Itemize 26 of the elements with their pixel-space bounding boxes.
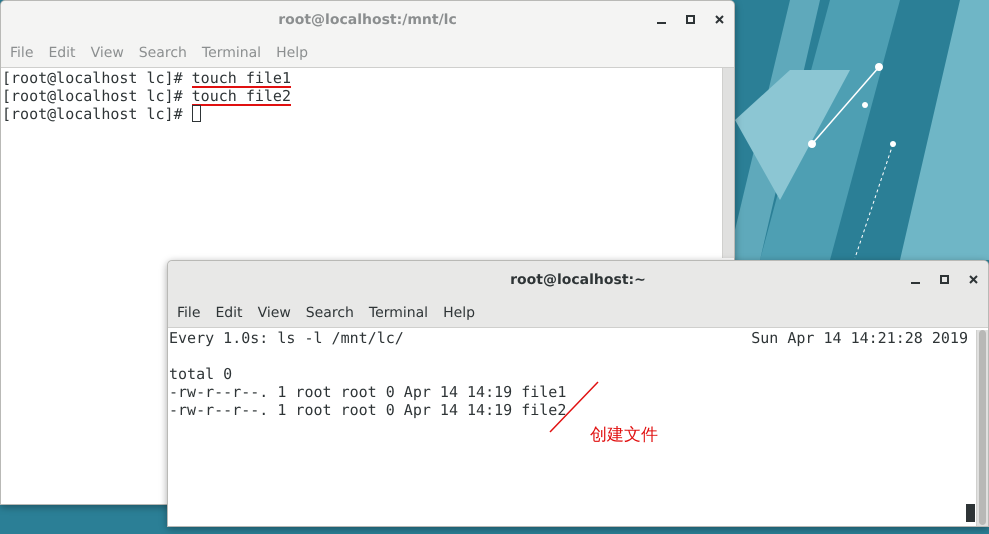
scrollbar[interactable] [722,68,734,258]
menu-item[interactable]: Terminal [366,304,434,320]
terminal-line: -rw-r--r--. 1 root root 0 Apr 14 14:19 file1 [169,383,566,401]
terminal-line: total 0 [169,365,232,383]
annotation-text: 创建文件 [590,424,658,446]
window-title: root@localhost:~ [510,272,646,288]
shell-prompt: [root@localhost lc]# [2,105,184,123]
terminal-line: touch file2 [192,87,291,106]
maximize-icon[interactable] [940,275,949,284]
terminal-line: -rw-r--r--. 1 root root 0 Apr 14 14:19 file2 [169,401,566,419]
window-title: root@localhost:/mnt/lc [278,12,457,28]
watch-command: Every 1.0s: ls -l /mnt/lc/ [169,329,404,347]
scrollbar[interactable] [976,330,988,526]
menu-item[interactable]: Edit [212,304,249,320]
shell-prompt: [root@localhost lc]# [2,87,184,105]
scrollbar-thumb[interactable] [979,330,986,525]
timestamp: Sun Apr 14 14:21:28 2019 [751,329,968,347]
menu-item[interactable]: Search [302,304,360,320]
close-icon[interactable] [715,15,724,24]
shell-prompt: [root@localhost lc]# [2,69,184,87]
maximize-icon[interactable] [686,15,695,24]
menu-item[interactable]: Help [440,304,481,320]
terminal-line: touch file1 [192,69,291,88]
menu-item[interactable]: File [174,304,206,320]
menu-item[interactable]: View [254,304,297,320]
close-icon[interactable] [969,275,978,284]
